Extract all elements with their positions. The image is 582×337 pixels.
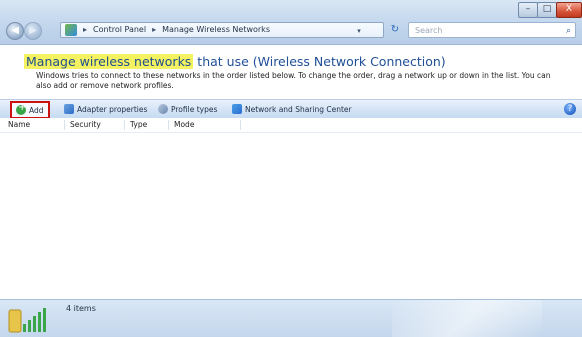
manage-wireless-networks-window: – □ X ◀ ▶ ▸ Control Panel ▸ Manage Wirel… [0,0,582,337]
column-name[interactable]: Name [8,120,30,129]
column-mode[interactable]: Mode [174,120,194,129]
maximize-button[interactable]: □ [537,2,557,18]
adapter-properties-button[interactable]: Adapter properties [64,103,147,115]
page-title-highlight: Manage wireless networks [24,54,194,69]
command-bar: Add Adapter properties Profile types Net… [0,99,582,119]
refresh-icon[interactable]: ↻ [388,22,402,38]
network-sharing-center-label: Network and Sharing Center [245,104,352,114]
profile-icon [158,104,168,114]
column-security[interactable]: Security [70,120,101,129]
wireless-signal-icon [8,308,46,333]
breadcrumb-separator-icon: ▸ [83,25,88,34]
column-type[interactable]: Type [130,120,147,129]
breadcrumb-control-panel[interactable]: Control Panel [93,22,146,38]
column-divider[interactable] [168,120,169,130]
column-divider[interactable] [240,120,241,130]
address-dropdown-icon[interactable]: ▾ [353,23,365,39]
close-button[interactable]: X [556,2,582,18]
add-button-label: Add [29,105,44,115]
page-description: Windows tries to connect to these networ… [36,71,551,90]
profile-types-button[interactable]: Profile types [158,103,217,115]
network-icon [232,104,242,114]
column-divider[interactable] [124,120,125,130]
search-icon[interactable]: ⌕ [566,23,571,39]
status-swoosh-decoration [392,300,542,337]
column-header-row: Name Security Type Mode [0,118,582,133]
address-bar[interactable]: ▸ Control Panel ▸ Manage Wireless Networ… [60,22,384,38]
column-divider[interactable] [64,120,65,130]
network-list[interactable] [0,133,582,299]
breadcrumb-manage-wireless-networks[interactable]: Manage Wireless Networks [162,22,270,38]
search-input[interactable]: Search ⌕ [408,22,576,38]
back-button[interactable]: ◀ [6,22,24,40]
help-icon[interactable]: ? [564,103,576,115]
page-title-rest: that use (Wireless Network Connection) [193,54,446,69]
network-sharing-center-button[interactable]: Network and Sharing Center [232,103,352,115]
adapter-icon [64,104,74,114]
window-chrome: – □ X ◀ ▶ ▸ Control Panel ▸ Manage Wirel… [0,0,582,45]
item-count: 4 items [66,304,96,313]
breadcrumb-separator-icon: ▸ [152,25,157,34]
minimize-button[interactable]: – [518,2,538,18]
search-placeholder: Search [415,26,443,35]
profile-types-label: Profile types [171,104,218,114]
page-title: Manage wireless networks that use (Wirel… [24,54,446,69]
status-bar: 4 items [0,299,582,337]
adapter-properties-label: Adapter properties [77,104,148,114]
control-panel-icon [65,24,77,36]
forward-button[interactable]: ▶ [24,22,42,40]
plus-icon [16,102,26,115]
add-button[interactable]: Add [10,101,50,119]
